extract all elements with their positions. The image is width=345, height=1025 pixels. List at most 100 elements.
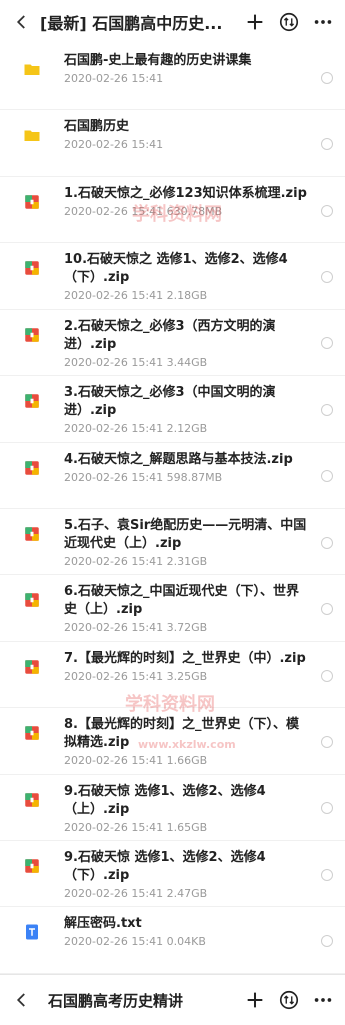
file-date: 2020-02-26 15:41: [64, 669, 164, 683]
file-meta: 2020-02-26 15:41: [64, 72, 311, 85]
file-meta: 2020-02-26 15:41 1.65GB: [64, 821, 311, 834]
more-icon-bottom[interactable]: [311, 988, 335, 1012]
select-radio[interactable]: [321, 470, 333, 483]
select-radio[interactable]: [321, 403, 333, 416]
top-bar: [最新] 石国鹏高中历史...: [0, 0, 345, 44]
file-size: 0.04KB: [166, 935, 206, 949]
file-name: 4.石破天惊之_解题思路与基本技法.zip: [64, 451, 293, 467]
file-date: 2020-02-26 15:41: [64, 355, 164, 369]
file-meta: 2020-02-26 15:41 630.78MB: [64, 205, 311, 218]
file-meta: 2020-02-26 15:41 598.87MB: [64, 471, 311, 484]
zip-file-icon: [23, 326, 41, 342]
list-item[interactable]: 5.石子、袁Sir绝配历史——元明清、中国近现代史（上）.zip 2020-02-…: [0, 508, 345, 576]
file-size: 1.66GB: [166, 754, 208, 768]
list-item[interactable]: 解压密码.txt 2020-02-26 15:41 0.04KB: [0, 907, 345, 974]
zip-file-icon: [23, 392, 41, 408]
file-size: 3.72GB: [166, 621, 208, 635]
select-radio[interactable]: [321, 603, 333, 616]
file-date: 2020-02-26 15:41: [64, 72, 164, 85]
file-size: 3.25GB: [166, 669, 208, 683]
file-size: 1.65GB: [166, 820, 208, 834]
select-radio[interactable]: [321, 669, 333, 682]
file-meta: 2020-02-26 15:41 3.25GB: [64, 670, 311, 683]
file-name: 1.石破天惊之_必修123知识体系梳理.zip: [64, 185, 307, 201]
file-date: 2020-02-26 15:41: [64, 289, 164, 303]
list-item[interactable]: 2.石破天惊之_必修3（西方文明的演进）.zip 2020-02-26 15:41…: [0, 309, 345, 377]
select-radio[interactable]: [321, 337, 333, 350]
file-name: 石国鹏历史: [64, 119, 130, 135]
back-icon-bottom[interactable]: [4, 978, 40, 1022]
list-item[interactable]: 9.石破天惊 选修1、选修2、选修4（上）.zip 2020-02-26 15:4…: [0, 774, 345, 842]
file-meta: 2020-02-26 15:41 3.72GB: [64, 621, 311, 634]
zip-file-icon: [23, 791, 41, 807]
file-size: 2.18GB: [166, 289, 208, 303]
file-list: 石国鹏-史上最有趣的历史讲课集 2020-02-26 15:41 石国鹏历史 2020…: [0, 44, 345, 974]
select-radio[interactable]: [321, 935, 333, 948]
back-icon[interactable]: [4, 0, 40, 44]
zip-file-icon: [23, 658, 41, 674]
sort-icon[interactable]: [277, 10, 301, 34]
list-item[interactable]: 石国鹏-史上最有趣的历史讲课集 2020-02-26 15:41: [0, 44, 345, 111]
plus-icon[interactable]: [243, 10, 267, 34]
file-name: 10.石破天惊之 选修1、选修2、选修4（下）.zip: [64, 252, 288, 286]
list-item[interactable]: 8.【最光辉的时刻】之_世界史（下）、模拟精选.zip 2020-02-26 15…: [0, 708, 345, 775]
list-item[interactable]: 3.石破天惊之_必修3（中国文明的演进）.zip 2020-02-26 15:41…: [0, 376, 345, 443]
folder-icon: [23, 60, 41, 76]
list-item[interactable]: 4.石破天惊之_解题思路与基本技法.zip 2020-02-26 15:41 59…: [0, 442, 345, 509]
file-meta: 2020-02-26 15:41 2.12GB: [64, 422, 311, 435]
file-name: 9.石破天惊 选修1、选修2、选修4（下）.zip: [64, 850, 266, 884]
list-item[interactable]: 7.【最光辉的时刻】之_世界史（中）.zip 2020-02-26 15:41 3…: [0, 641, 345, 709]
list-item[interactable]: 10.石破天惊之 选修1、选修2、选修4（下）.zip 2020-02-26 15…: [0, 243, 345, 310]
file-date: 2020-02-26 15:41: [64, 422, 164, 436]
file-meta: 2020-02-26 15:41 2.47GB: [64, 887, 311, 900]
select-radio[interactable]: [321, 204, 333, 217]
sort-icon-bottom[interactable]: [277, 988, 301, 1012]
file-name: 2.石破天惊之_必修3（西方文明的演进）.zip: [64, 318, 276, 352]
select-radio[interactable]: [321, 536, 333, 549]
list-item[interactable]: 9.石破天惊 选修1、选修2、选修4（下）.zip 2020-02-26 15:4…: [0, 841, 345, 908]
zip-file-icon: [23, 724, 41, 740]
zip-file-icon: [23, 591, 41, 608]
plus-icon-bottom[interactable]: [243, 988, 267, 1012]
select-radio[interactable]: [321, 868, 333, 881]
more-icon[interactable]: [311, 10, 335, 34]
file-size: 3.44GB: [166, 355, 208, 369]
select-radio[interactable]: [321, 735, 333, 748]
file-size: 2.47GB: [166, 887, 208, 901]
zip-file-icon: [23, 259, 41, 276]
select-radio[interactable]: [321, 138, 333, 151]
file-name: 5.石子、袁Sir绝配历史——元明清、中国近现代史（上）.zip: [64, 517, 307, 551]
zip-file-icon: [23, 193, 41, 209]
file-name: 解压密码.txt: [64, 916, 142, 932]
file-name: 3.石破天惊之_必修3（中国文明的演进）.zip: [64, 385, 276, 419]
file-name: 石国鹏-史上最有趣的历史讲课集: [64, 53, 252, 68]
list-item[interactable]: 石国鹏历史 2020-02-26 15:41: [0, 110, 345, 177]
file-date: 2020-02-26 15:41: [64, 138, 164, 152]
file-meta: 2020-02-26 15:41 2.18GB: [64, 289, 311, 302]
list-item[interactable]: 6.石破天惊之_中国近现代史（下）、世界史（上）.zip 2020-02-26 1…: [0, 575, 345, 642]
page-title: [最新] 石国鹏高中历史...: [40, 14, 223, 33]
file-size: 2.12GB: [166, 422, 208, 436]
file-meta: 2020-02-26 15:41 3.44GB: [64, 356, 311, 369]
zip-file-icon: [23, 459, 41, 475]
list-item[interactable]: 1.石破天惊之_必修123知识体系梳理.zip 2020-02-26 15:41 …: [0, 176, 345, 244]
zip-file-icon: [23, 525, 41, 541]
select-radio[interactable]: [321, 270, 333, 283]
file-name: 7.【最光辉的时刻】之_世界史（中）.zip: [64, 650, 306, 666]
file-date: 2020-02-26 15:41: [64, 204, 164, 218]
file-date: 2020-02-26 15:41: [64, 470, 164, 484]
file-date: 2020-02-26 15:41: [64, 554, 164, 568]
zip-file-icon: [23, 857, 41, 873]
file-meta: 2020-02-26 15:41 0.04KB: [64, 935, 311, 948]
txt-file-icon: [23, 923, 41, 940]
file-size: 598.87MB: [166, 470, 223, 484]
file-date: 2020-02-26 15:41: [64, 820, 164, 834]
file-date: 2020-02-26 15:41: [64, 754, 164, 768]
folder-icon: [23, 126, 41, 142]
file-meta: 2020-02-26 15:41 2.31GB: [64, 555, 311, 568]
file-date: 2020-02-26 15:41: [64, 887, 164, 901]
file-size: 2.31GB: [166, 554, 208, 568]
select-radio[interactable]: [321, 71, 333, 84]
select-radio[interactable]: [321, 802, 333, 815]
file-meta: 2020-02-26 15:41: [64, 138, 311, 151]
